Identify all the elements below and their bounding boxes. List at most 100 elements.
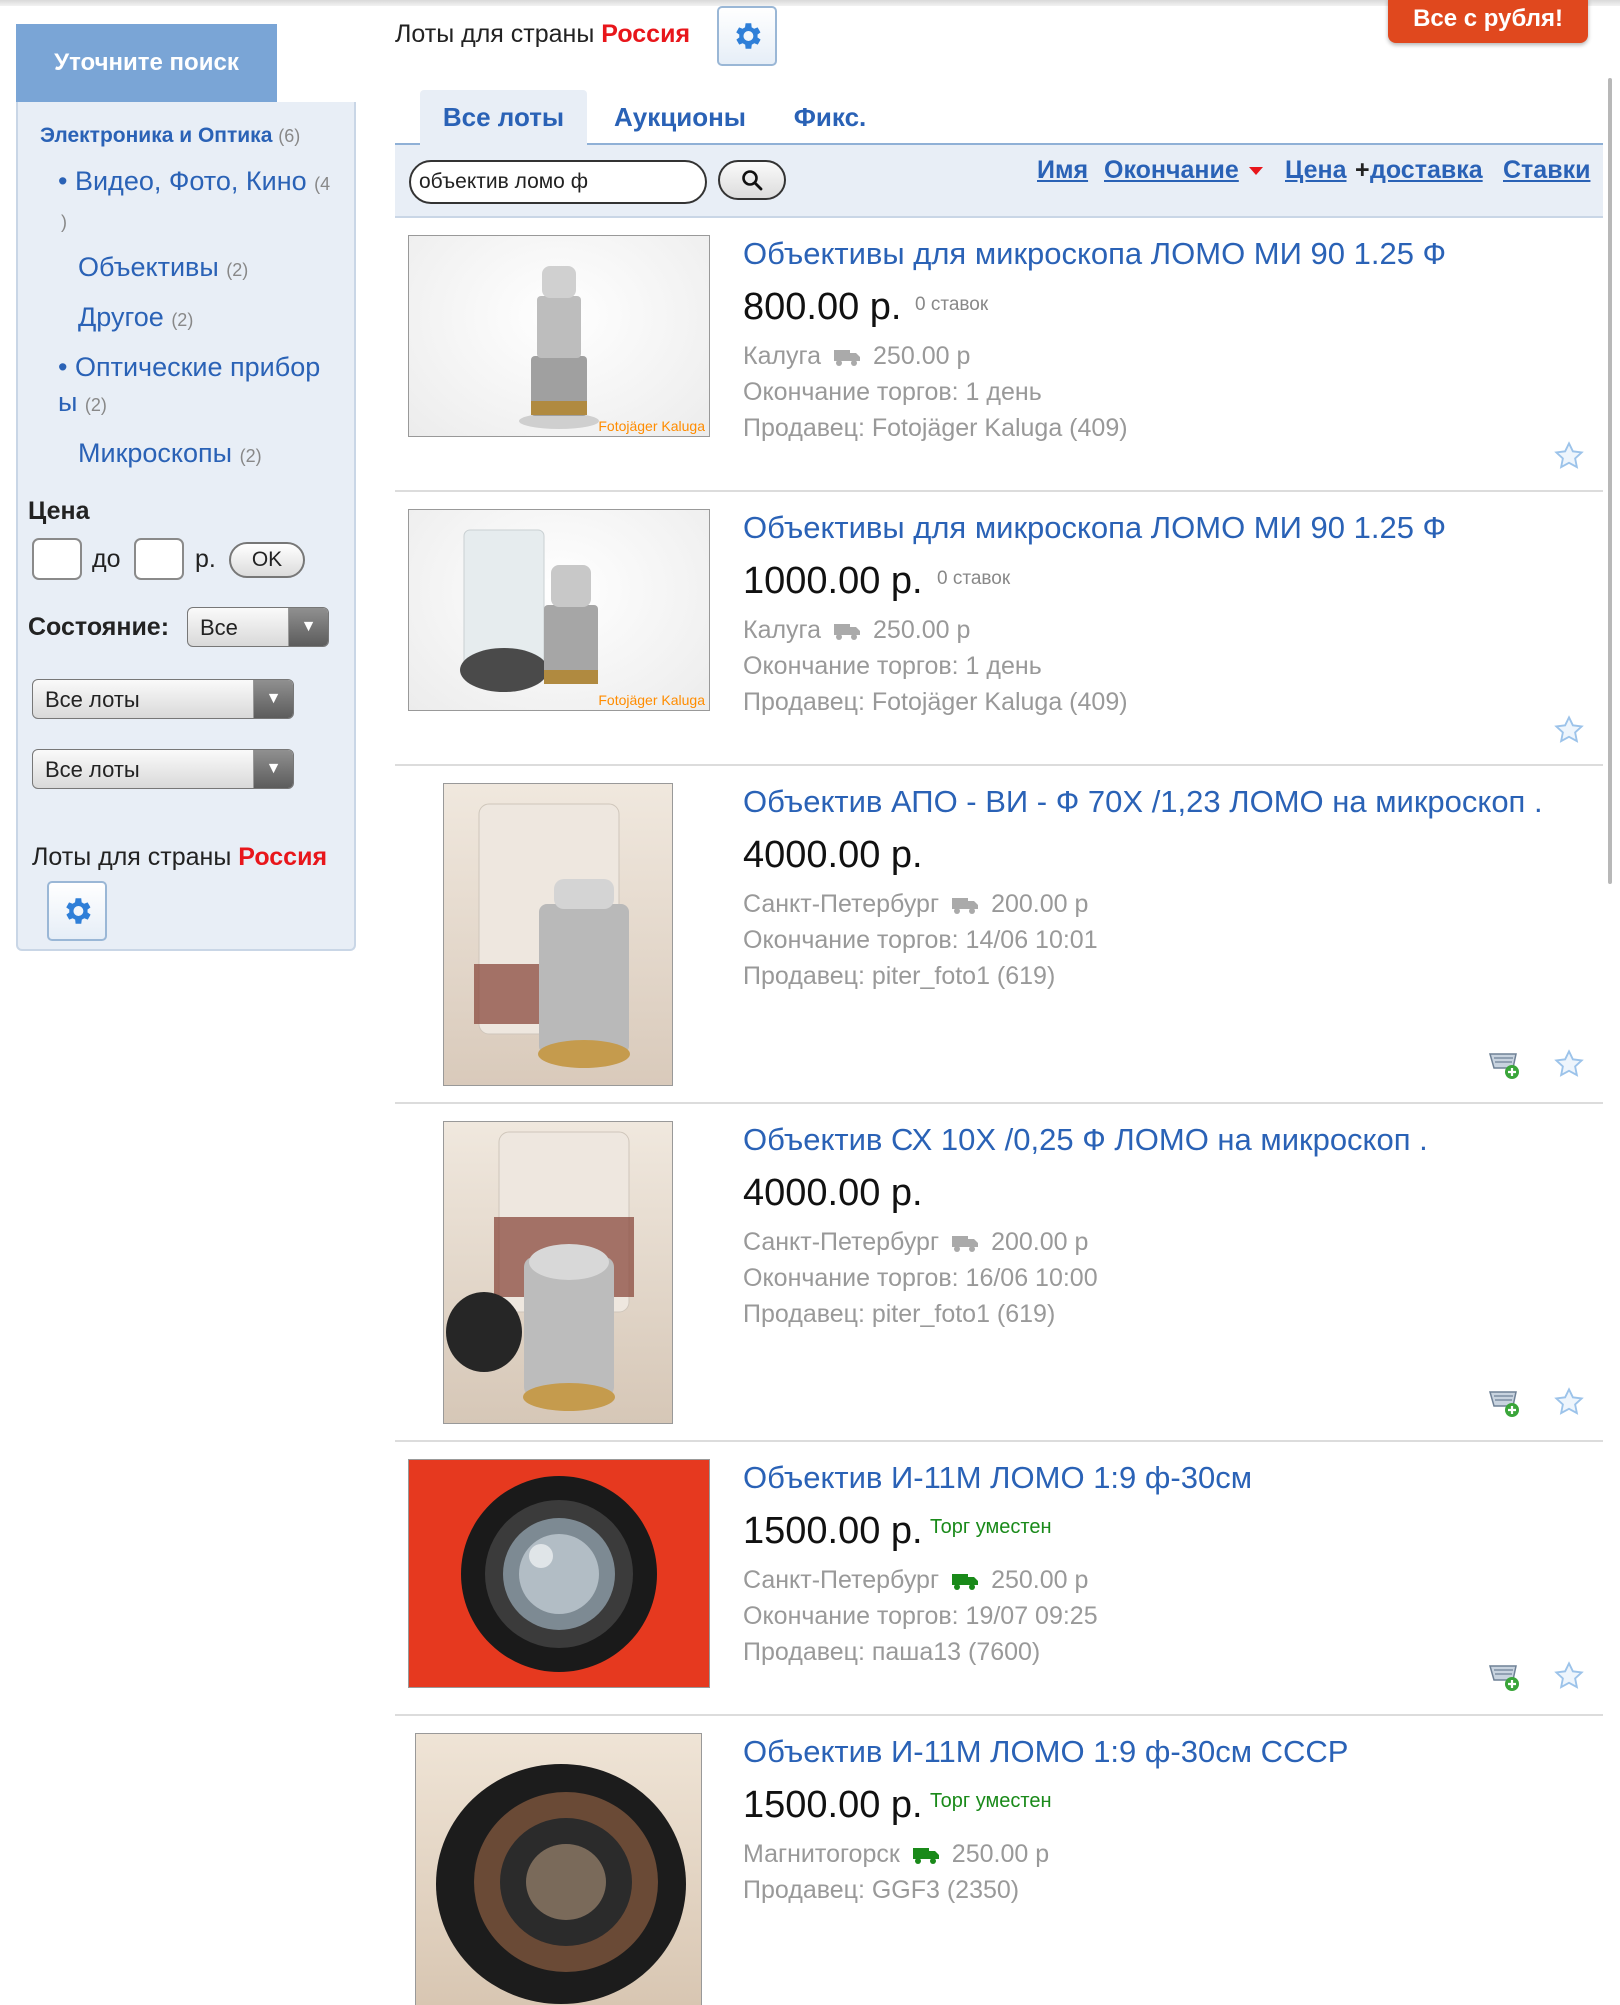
lot-filter-select[interactable]: Все лоты ▼ xyxy=(32,749,294,789)
lot-type-select[interactable]: Все лоты ▼ xyxy=(32,679,294,719)
listing-shipping: 250.00 р xyxy=(991,1566,1089,1594)
tab-all-lots[interactable]: Все лоты xyxy=(420,90,587,145)
sort-desc-icon xyxy=(1249,167,1263,175)
listing-item: Объектив СХ 10Х /0,25 Ф ЛОМО на микроско… xyxy=(395,1104,1603,1442)
listing-city: Калуга xyxy=(743,616,822,644)
listing-location: Санкт-Петербург 250.00 р xyxy=(743,1566,1088,1595)
condition-label: Состояние: xyxy=(28,613,170,641)
category-label-tail: ы xyxy=(58,387,78,417)
listing-ending: Окончание торгов: 16/06 10:00 xyxy=(743,1264,1098,1292)
gear-icon xyxy=(736,23,761,49)
listing-title-link[interactable]: Объектив АПО - ВИ - Ф 70Х /1,23 ЛОМО на … xyxy=(743,784,1543,820)
listing-price: 1500.00 р. xyxy=(743,1784,923,1826)
category-root[interactable]: Электроника и Оптика (6) xyxy=(40,124,300,148)
country-name: Россия xyxy=(601,20,691,48)
listing-item: Fotojäger Kaluga Объективы для микроскоп… xyxy=(395,218,1603,492)
category-optical-devices[interactable]: • Оптические прибор ы (2) xyxy=(58,350,358,423)
listing-price: 4000.00 р. xyxy=(743,1172,923,1214)
listing-location: Санкт-Петербург 200.00 р xyxy=(743,1228,1088,1257)
listing-image[interactable] xyxy=(408,1459,710,1688)
gear-icon xyxy=(66,898,91,924)
listing-city: Магнитогорск xyxy=(743,1840,900,1868)
tab-fixed[interactable]: Фикс. xyxy=(780,90,880,145)
category-count: (6) xyxy=(278,126,301,146)
listing-title-link[interactable]: Объективы для микроскопа ЛОМО МИ 90 1.25… xyxy=(743,236,1446,272)
star-icon[interactable] xyxy=(1553,1386,1585,1418)
sort-by-name-link[interactable]: Имя xyxy=(1037,156,1088,185)
truck-icon xyxy=(834,624,861,640)
scrollbar[interactable] xyxy=(1608,78,1612,884)
refine-search-tab[interactable]: Уточните поиск xyxy=(16,24,277,102)
listing-seller[interactable]: Продавец: GGF3 (2350) xyxy=(743,1876,1019,1905)
truck-icon xyxy=(912,1848,939,1864)
listing-image[interactable] xyxy=(443,783,673,1086)
sort-by-bids-link[interactable]: Ставки xyxy=(1503,156,1590,185)
search-button[interactable] xyxy=(718,160,786,200)
cart-add-icon[interactable] xyxy=(1487,1048,1521,1080)
sidebar-country-settings-button[interactable] xyxy=(47,881,107,941)
watermark: Fotojäger Kaluga xyxy=(598,418,705,434)
listing-seller[interactable]: Продавец: Fotojäger Kaluga (409) xyxy=(743,688,1128,717)
tab-auctions[interactable]: Аукционы xyxy=(600,90,760,145)
category-other[interactable]: Другое (2) xyxy=(78,300,193,338)
listing-item: Fotojäger Kaluga Объективы для микроскоп… xyxy=(395,492,1603,766)
category-count: (2) xyxy=(84,395,107,415)
category-label: Другое xyxy=(78,302,164,332)
category-label: Оптические прибор xyxy=(74,352,321,382)
lot-filter-value: Все лоты xyxy=(45,757,140,782)
truck-icon xyxy=(952,1574,979,1590)
listing-location: Калуга 250.00 р xyxy=(743,616,970,645)
price-to-label: до xyxy=(92,545,121,573)
sort-by-delivery-link[interactable]: доставка xyxy=(1370,156,1483,185)
cart-add-icon[interactable] xyxy=(1487,1386,1521,1418)
listing-price: 1500.00 р. xyxy=(743,1510,923,1552)
listing-price: 1000.00 р. xyxy=(743,560,923,602)
star-icon[interactable] xyxy=(1553,1660,1585,1692)
sort-by-price-link[interactable]: Цена xyxy=(1285,156,1346,185)
listing-city: Санкт-Петербург xyxy=(743,1228,940,1256)
listing-image[interactable]: Fotojäger Kaluga xyxy=(408,509,710,711)
condition-select[interactable]: Все ▼ xyxy=(187,607,329,647)
star-icon[interactable] xyxy=(1553,1048,1585,1080)
all-from-ruble-button[interactable]: Все с рубля! xyxy=(1388,0,1588,43)
sidebar-country-line: Лоты для страны Россия xyxy=(32,843,327,872)
price-to-input[interactable] xyxy=(134,538,184,580)
sidebar: Электроника и Оптика (6) • Видео, Фото, … xyxy=(16,102,356,951)
category-video-photo[interactable]: • Видео, Фото, Кино (4 ) xyxy=(58,164,348,240)
listing-ending: Окончание торгов: 19/07 09:25 xyxy=(743,1602,1098,1630)
category-count: (2) xyxy=(171,310,194,330)
search-toolbar: объектив ломо ф Имя Окончание Цена + дос… xyxy=(395,145,1603,218)
category-label: Видео, Фото, Кино xyxy=(74,166,307,196)
listing-title-link[interactable]: Объектив И-11М ЛОМО 1:9 ф-30см СССР xyxy=(743,1734,1348,1770)
listing-title-link[interactable]: Объектив И-11М ЛОМО 1:9 ф-30см xyxy=(743,1460,1252,1496)
price-label: Цена xyxy=(28,497,90,525)
bargain-badge: Торг уместен xyxy=(930,1516,1052,1538)
star-icon[interactable] xyxy=(1553,440,1585,472)
star-icon[interactable] xyxy=(1553,714,1585,746)
watermark: Fotojäger Kaluga xyxy=(598,692,705,708)
listing-seller[interactable]: Продавец: piter_foto1 (619) xyxy=(743,1300,1055,1329)
price-ok-button[interactable]: OK xyxy=(229,542,305,578)
category-lenses[interactable]: Объективы (2) xyxy=(78,250,248,288)
listing-ending: Окончание торгов: 1 день xyxy=(743,652,1042,680)
country-name: Россия xyxy=(238,843,328,871)
listing-seller[interactable]: Продавец: Fotojäger Kaluga (409) xyxy=(743,414,1128,443)
listing-title-link[interactable]: Объективы для микроскопа ЛОМО МИ 90 1.25… xyxy=(743,510,1446,546)
price-from-input[interactable] xyxy=(32,538,82,580)
country-settings-button[interactable] xyxy=(717,6,777,66)
dropdown-arrow-icon: ▼ xyxy=(253,680,293,718)
listing-title-link[interactable]: Объектив СХ 10Х /0,25 Ф ЛОМО на микроско… xyxy=(743,1122,1428,1158)
sort-by-ending-link[interactable]: Окончание xyxy=(1104,156,1239,185)
cart-add-icon[interactable] xyxy=(1487,1660,1521,1692)
search-input[interactable]: объектив ломо ф xyxy=(409,160,707,204)
listing-image[interactable]: Fotojäger Kaluga xyxy=(408,235,710,437)
listing-seller[interactable]: Продавец: паша13 (7600) xyxy=(743,1638,1040,1667)
listing-seller[interactable]: Продавец: piter_foto1 (619) xyxy=(743,962,1055,991)
listing-shipping: 250.00 р xyxy=(873,342,971,370)
listing-item: Объектив И-11М ЛОМО 1:9 ф-30см СССР 1500… xyxy=(395,1716,1603,2005)
listing-location: Магнитогорск 250.00 р xyxy=(743,1840,1049,1869)
listing-image[interactable] xyxy=(443,1121,673,1424)
country-prefix: Лоты для страны xyxy=(395,20,595,48)
category-microscopes[interactable]: Микроскопы (2) xyxy=(78,436,262,474)
listing-image[interactable] xyxy=(415,1733,702,2005)
